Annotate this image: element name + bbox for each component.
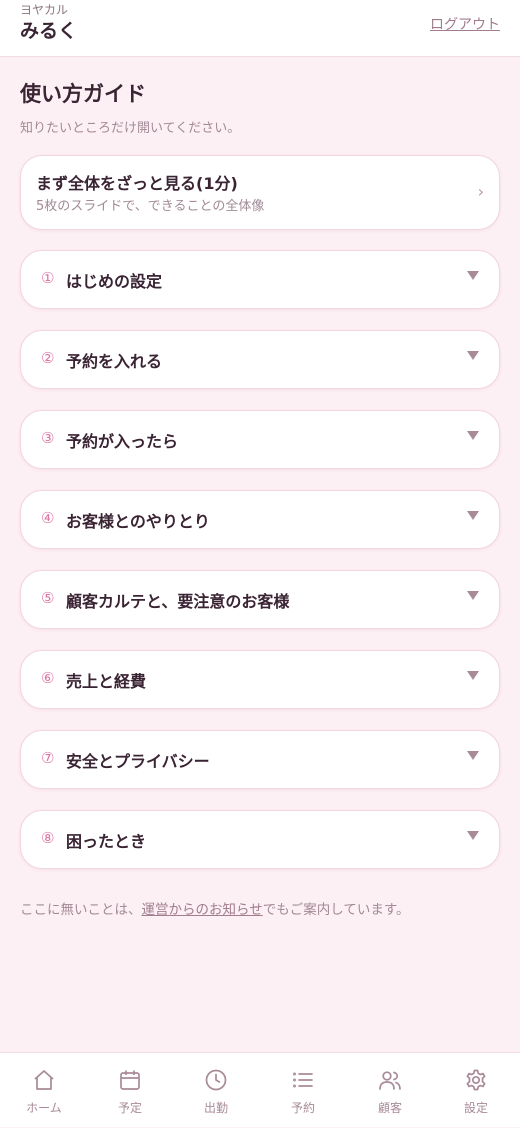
users-icon [379,1071,401,1090]
tab-reservations[interactable]: 予約 [260,1053,346,1128]
section-number: ③ [41,429,55,447]
section-label: 予約が入ったら [66,432,179,451]
accordion-section-5[interactable]: ⑤ 顧客カルテと、要注意のお客様 [20,570,500,629]
section-number: ② [41,349,55,367]
footnote-text-after: でもご案内しています。 [262,902,410,918]
page-subtitle: 知りたいところだけ開いてください。 [20,121,241,136]
section-label: 予約を入れる [66,352,163,371]
accordion-section-3[interactable]: ③ 予約が入ったら [20,410,500,469]
overview-title: まず全体をざっと見る(1分) [36,174,238,193]
section-number: ① [41,269,55,287]
tab-settings[interactable]: 設定 [433,1053,519,1128]
page-title: 使い方ガイド [20,82,146,106]
accordion-section-4[interactable]: ④ お客様とのやりとり [20,490,500,549]
section-number: ⑦ [41,749,55,767]
caret-down-icon [467,511,479,520]
brand-name: みるく [20,20,78,42]
bottom-tab-bar: ホーム 予定 出勤 予約 顧客 設定 [0,1052,520,1127]
accordion-section-8[interactable]: ⑧ 困ったとき [20,810,500,869]
tab-label: 予約 [290,1101,315,1115]
tab-home[interactable]: ホーム [1,1053,87,1128]
section-label: お客様とのやりとり [66,512,210,531]
section-label: 顧客カルテと、要注意のお客様 [66,592,290,611]
overview-subtitle: 5枚のスライドで、できることの全体像 [36,199,265,214]
tab-customers[interactable]: 顧客 [347,1053,433,1128]
section-label: 安全とプライバシー [66,752,210,771]
tab-label: 出勤 [203,1101,228,1115]
caret-down-icon [467,671,479,680]
home-icon [34,1070,54,1090]
footnote-text-before: ここに無いことは、 [20,902,142,918]
announcements-link[interactable]: 運営からのお知らせ [142,902,263,918]
calendar-icon [120,1070,140,1090]
section-label: 困ったとき [66,832,147,851]
section-number: ④ [41,509,55,527]
accordion-section-6[interactable]: ⑥ 売上と経費 [20,650,500,709]
section-number: ⑥ [41,669,55,687]
gear-icon [466,1069,486,1091]
caret-down-icon [467,351,479,360]
section-number: ⑤ [41,589,55,607]
caret-down-icon [467,831,479,840]
chevron-right-icon: › [477,182,484,201]
section-label: はじめの設定 [66,272,163,291]
tab-label: ホーム [26,1101,62,1115]
accordion-section-2[interactable]: ② 予約を入れる [20,330,500,389]
tab-attendance[interactable]: 出勤 [173,1053,259,1128]
list-icon [293,1072,313,1088]
tab-label: 予定 [117,1101,142,1115]
clock-icon [205,1069,227,1091]
caret-down-icon [467,431,479,440]
logout-link[interactable]: ログアウト [430,14,500,34]
tab-schedule[interactable]: 予定 [87,1053,173,1128]
tab-label: 設定 [463,1101,488,1115]
overview-slides-card[interactable]: まず全体をざっと見る(1分) 5枚のスライドで、できることの全体像 › [20,155,500,230]
accordion-section-1[interactable]: ① はじめの設定 [20,250,500,309]
caret-down-icon [467,271,479,280]
app-header: ヨヤカル みるく ログアウト [0,0,520,57]
section-label: 売上と経費 [66,672,147,691]
footnote: ここに無いことは、運営からのお知らせでもご案内しています。 [20,898,409,918]
tab-label: 顧客 [377,1101,402,1115]
section-number: ⑧ [41,829,55,847]
accordion-section-7[interactable]: ⑦ 安全とプライバシー [20,730,500,789]
caret-down-icon [467,751,479,760]
caret-down-icon [467,591,479,600]
